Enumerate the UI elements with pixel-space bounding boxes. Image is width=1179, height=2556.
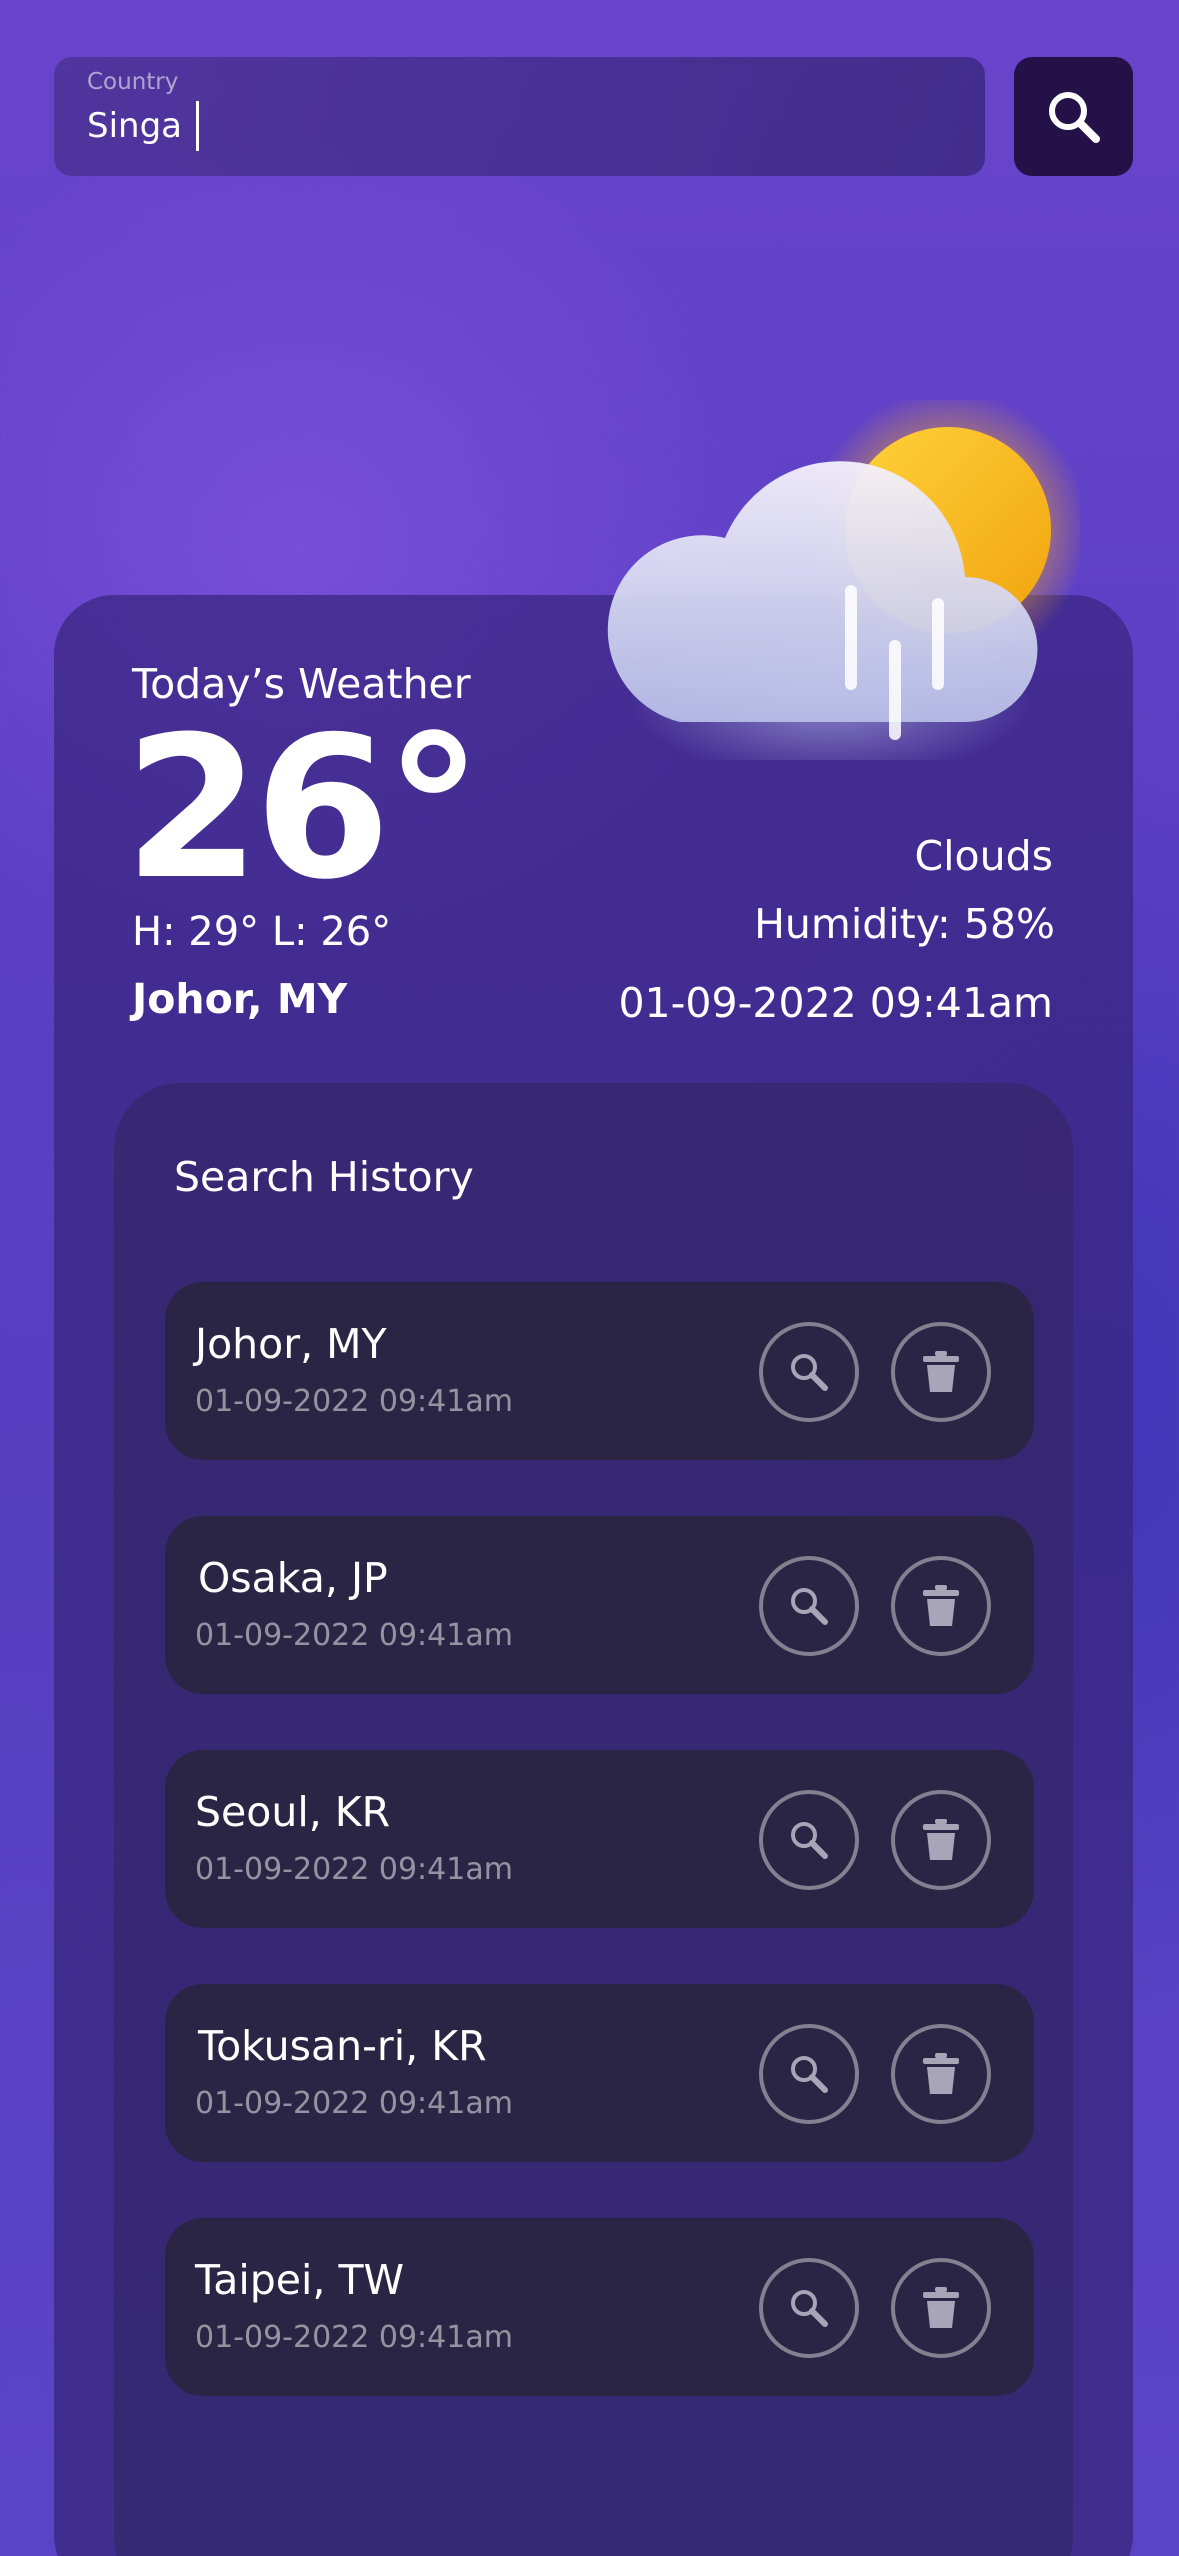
country-search-input[interactable]: Country Singa [54,57,985,176]
trash-icon [923,1585,959,1626]
current-location: Johor, MY [132,975,348,1023]
history-item-time: 01-09-2022 09:41am [195,2320,513,2355]
trash-icon [923,2287,959,2328]
history-search-button[interactable] [759,2258,859,2358]
history-item[interactable]: Johor, MY 01-09-2022 09:41am [165,1282,1034,1460]
search-history-title: Search History [174,1153,474,1201]
history-delete-button[interactable] [891,2258,991,2358]
history-search-button[interactable] [759,1322,859,1422]
trash-icon [923,1351,959,1392]
search-icon [791,2056,828,2093]
search-button[interactable] [1014,57,1133,176]
humidity-value: Humidity: 58% [754,900,1055,948]
history-delete-button[interactable] [891,1556,991,1656]
high-low-temperature: H: 29° L: 26° [132,909,392,955]
search-icon [791,1354,828,1391]
history-item-time: 01-09-2022 09:41am [195,2086,513,2121]
sun-cloud-rain-icon [607,400,1080,760]
current-temperature: 26° [124,695,483,923]
search-icon [791,2290,828,2327]
history-item-city: Osaka, JP [198,1554,388,1602]
weather-datetime: 01-09-2022 09:41am [618,979,1053,1027]
history-item-city: Tokusan-ri, KR [198,2022,487,2070]
trash-icon [923,2053,959,2094]
text-caret [196,101,199,151]
history-delete-button[interactable] [891,1790,991,1890]
history-delete-button[interactable] [891,2024,991,2124]
history-item-city: Taipei, TW [195,2256,405,2304]
history-search-button[interactable] [759,1556,859,1656]
search-input-label: Country [87,69,179,95]
history-item[interactable]: Tokusan-ri, KR 01-09-2022 09:41am [165,1984,1034,2162]
history-item-city: Johor, MY [195,1320,387,1368]
search-icon [1048,91,1100,143]
search-input-value[interactable]: Singa [87,101,199,151]
history-search-button[interactable] [759,1790,859,1890]
trash-icon [923,1819,959,1860]
weather-condition: Clouds [914,832,1053,880]
history-item-time: 01-09-2022 09:41am [195,1852,513,1887]
history-item-city: Seoul, KR [195,1788,391,1836]
history-item-time: 01-09-2022 09:41am [195,1384,513,1419]
history-item[interactable]: Seoul, KR 01-09-2022 09:41am [165,1750,1034,1928]
history-search-button[interactable] [759,2024,859,2124]
history-item-time: 01-09-2022 09:41am [195,1618,513,1653]
search-icon [791,1588,828,1625]
history-delete-button[interactable] [891,1322,991,1422]
history-item[interactable]: Osaka, JP 01-09-2022 09:41am [165,1516,1034,1694]
search-input-text: Singa [87,105,182,146]
search-icon [791,1822,828,1859]
history-item[interactable]: Taipei, TW 01-09-2022 09:41am [165,2218,1034,2396]
